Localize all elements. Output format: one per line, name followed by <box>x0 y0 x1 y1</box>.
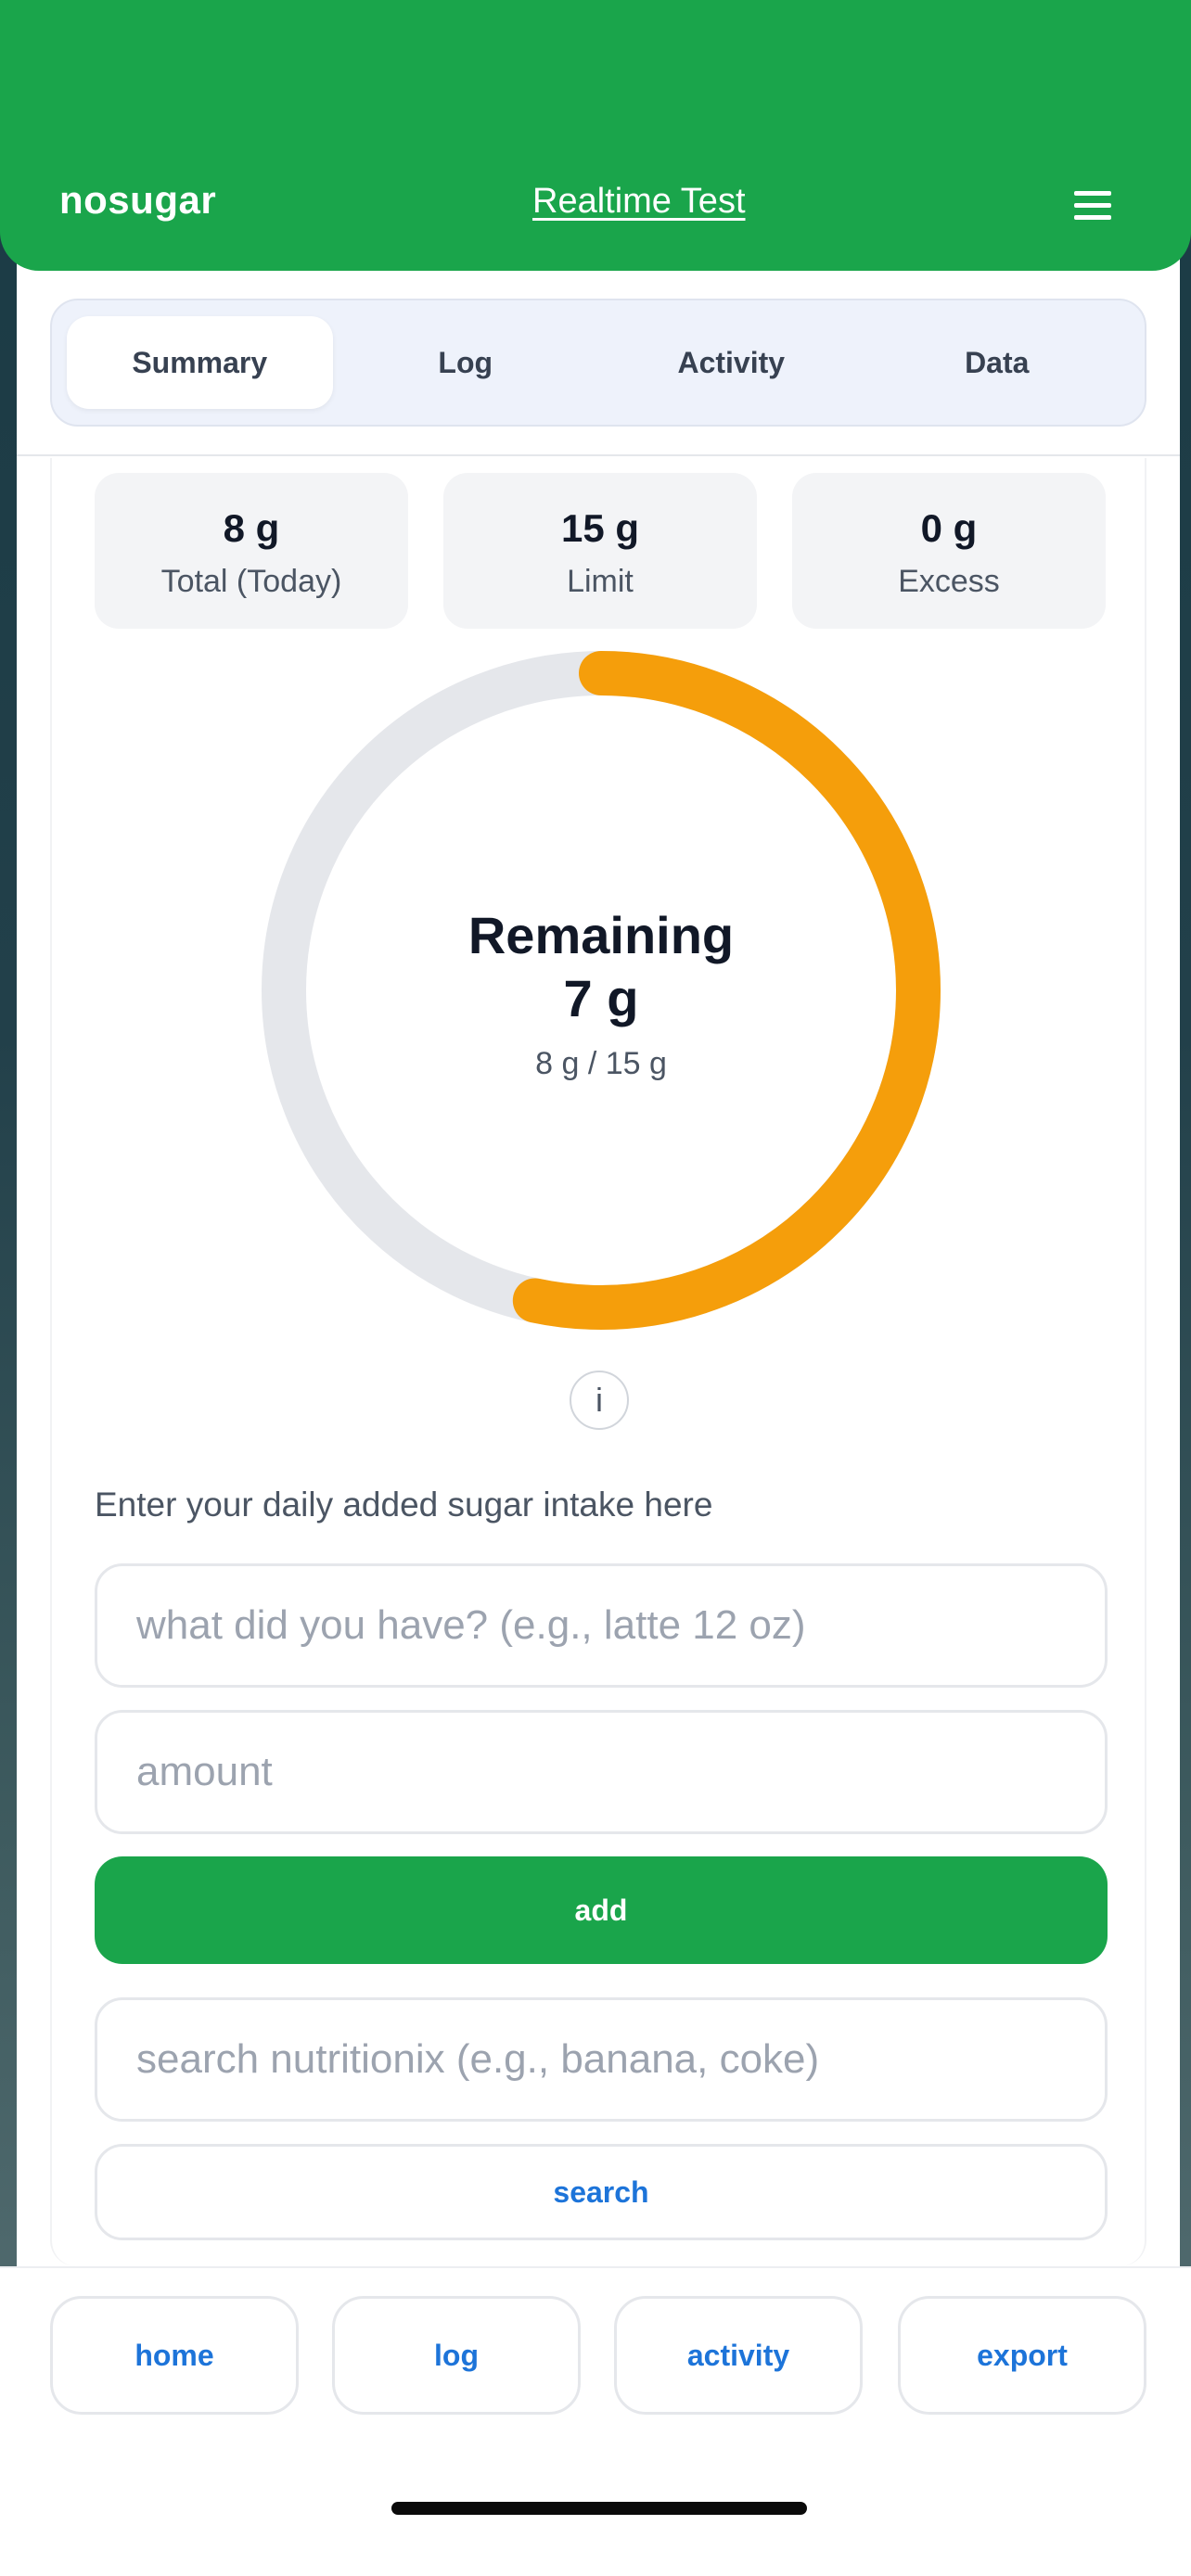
stat-label: Excess <box>898 564 1000 599</box>
tab-summary[interactable]: Summary <box>67 316 333 409</box>
info-icon[interactable]: i <box>570 1371 629 1430</box>
ring-title: Remaining <box>467 906 735 964</box>
ring-remaining-value: 7 g <box>563 969 639 1027</box>
nav-activity-button[interactable]: activity <box>614 2296 863 2415</box>
stat-total-today: 8 g Total (Today) <box>95 473 408 629</box>
tab-bar: Summary Log Activity Data <box>50 299 1146 427</box>
ring-text: Remaining 7 g 8 g / 15 g <box>258 647 944 1333</box>
add-button[interactable]: add <box>95 1856 1108 1964</box>
bottom-nav: home log activity export <box>0 2266 1191 2576</box>
tab-data[interactable]: Data <box>864 316 1131 409</box>
stat-value: 15 g <box>560 506 640 550</box>
entry-hint: Enter your daily added sugar intake here <box>95 1486 713 1524</box>
search-input[interactable] <box>95 1997 1108 2122</box>
home-indicator <box>391 2502 807 2515</box>
stat-value: 0 g <box>920 506 978 550</box>
nav-home-button[interactable]: home <box>50 2296 299 2415</box>
tab-divider <box>17 454 1180 456</box>
search-button[interactable]: search <box>95 2144 1108 2240</box>
app-header: nosugar Realtime Test <box>0 0 1191 271</box>
summary-card: 8 g Total (Today) 15 g Limit 0 g Excess … <box>50 458 1146 2266</box>
stat-label: Limit <box>567 564 634 599</box>
hamburger-menu-icon[interactable] <box>1074 191 1111 224</box>
progress-ring: Remaining 7 g 8 g / 15 g <box>258 647 944 1333</box>
tab-activity[interactable]: Activity <box>598 316 864 409</box>
brand-logo[interactable]: nosugar <box>59 178 216 223</box>
stat-excess: 0 g Excess <box>792 473 1106 629</box>
realtime-test-link[interactable]: Realtime Test <box>532 182 746 222</box>
ring-subtitle: 8 g / 15 g <box>535 1046 667 1081</box>
stat-limit: 15 g Limit <box>443 473 757 629</box>
item-input[interactable] <box>95 1563 1108 1688</box>
stat-label: Total (Today) <box>160 564 342 599</box>
tab-log[interactable]: Log <box>333 316 599 409</box>
amount-input[interactable] <box>95 1710 1108 1834</box>
stat-value: 8 g <box>223 506 280 550</box>
nav-export-button[interactable]: export <box>898 2296 1146 2415</box>
nav-log-button[interactable]: log <box>332 2296 581 2415</box>
